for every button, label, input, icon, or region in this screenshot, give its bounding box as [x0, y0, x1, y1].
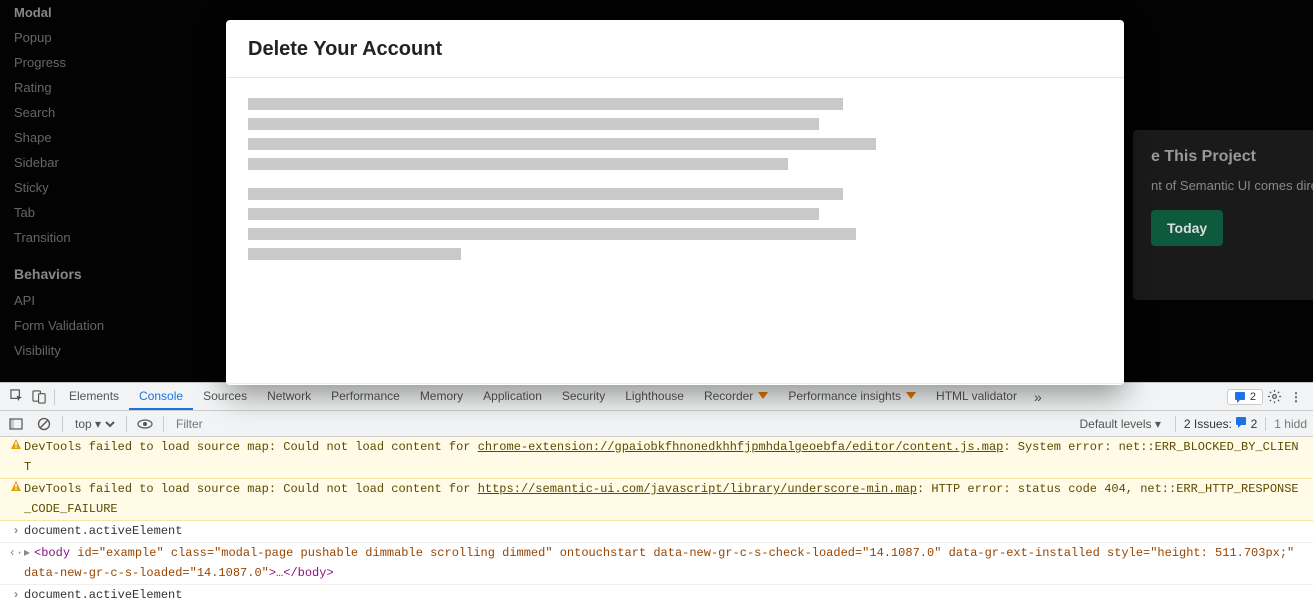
doc-sidebar: Modal Popup Progress Rating Search Shape…	[0, 0, 205, 382]
modal-footer-edge	[226, 383, 1124, 385]
tab-performance[interactable]: Performance	[321, 383, 410, 410]
console-filter-input[interactable]	[172, 415, 472, 433]
placeholder-line	[248, 158, 788, 170]
console-result-row: ‹· ▸<body id="example" class="modal-page…	[0, 543, 1313, 585]
console-result[interactable]: ▸<body id="example" class="modal-page pu…	[24, 543, 1305, 583]
page-viewport: Modal Popup Progress Rating Search Shape…	[0, 0, 1313, 382]
placeholder-line	[248, 98, 843, 110]
chat-icon	[1234, 391, 1246, 403]
sidebar-section-behaviors: Behaviors	[14, 250, 191, 288]
tab-security[interactable]: Security	[552, 383, 615, 410]
console-input-row: › document.activeElement	[0, 521, 1313, 543]
placeholder-line	[248, 248, 461, 260]
delete-account-modal: Delete Your Account	[226, 20, 1124, 385]
toolbar-divider	[62, 416, 63, 432]
promo-card: e This Project nt of Semantic UI comes d…	[1133, 130, 1313, 300]
tab-performance-insights[interactable]: Performance insights	[778, 383, 926, 410]
console-command: document.activeElement	[24, 521, 1305, 541]
sidebar-item-modal[interactable]: Modal	[14, 0, 191, 25]
sidebar-item-tab[interactable]: Tab	[14, 200, 191, 225]
tab-html-validator[interactable]: HTML validator	[926, 383, 1027, 410]
hidden-messages-label[interactable]: 1 hidd	[1265, 417, 1307, 431]
warning-message: DevTools failed to load source map: Coul…	[24, 437, 1305, 477]
preview-badge-icon	[758, 391, 768, 401]
issues-pill-count: 2	[1251, 417, 1258, 431]
tab-recorder[interactable]: Recorder	[694, 383, 778, 410]
more-tabs-icon[interactable]: »	[1027, 386, 1049, 408]
sidebar-item-progress[interactable]: Progress	[14, 50, 191, 75]
modal-body	[226, 78, 1124, 383]
issues-count: 2	[1250, 391, 1256, 403]
issues-label: 2 Issues:	[1184, 417, 1232, 431]
tab-console[interactable]: Console	[129, 383, 193, 410]
chat-icon	[1235, 416, 1247, 428]
warning-message: DevTools failed to load source map: Coul…	[24, 479, 1305, 519]
console-warning-row: DevTools failed to load source map: Coul…	[0, 479, 1313, 521]
log-levels-selector[interactable]: Default levels ▾	[1079, 417, 1166, 431]
console-toolbar: top ▾ Default levels ▾ 2 Issues: 2 1 hid…	[0, 411, 1313, 437]
promo-title: e This Project	[1151, 148, 1313, 166]
devtools-settings-icon[interactable]	[1263, 386, 1285, 408]
console-log-area[interactable]: DevTools failed to load source map: Coul…	[0, 437, 1313, 605]
toggle-console-sidebar-icon[interactable]	[6, 414, 26, 434]
sidebar-item-transition[interactable]: Transition	[14, 225, 191, 250]
sidebar-item-visibility[interactable]: Visibility	[14, 338, 191, 363]
sidebar-item-sticky[interactable]: Sticky	[14, 175, 191, 200]
sidebar-item-popup[interactable]: Popup	[14, 25, 191, 50]
warning-icon	[8, 479, 24, 499]
source-map-link[interactable]: chrome-extension://gpaiobkfhnonedkhhfjpm…	[478, 440, 1004, 454]
live-expression-icon[interactable]	[135, 414, 155, 434]
toolbar-divider	[126, 416, 127, 432]
sidebar-item-api[interactable]: API	[14, 288, 191, 313]
source-map-link[interactable]: https://semantic-ui.com/javascript/libra…	[478, 482, 917, 496]
warning-icon	[8, 437, 24, 457]
console-issues-counter[interactable]: 2	[1227, 389, 1263, 405]
placeholder-line	[248, 228, 856, 240]
execution-context-selector[interactable]: top ▾	[71, 416, 118, 432]
console-command: document.activeElement	[24, 585, 1305, 605]
result-icon: ‹·	[8, 543, 24, 563]
preview-badge-icon	[906, 391, 916, 401]
issues-pill[interactable]: 2 Issues: 2	[1184, 416, 1257, 431]
devtools-panel: Elements Console Sources Network Perform…	[0, 382, 1313, 605]
sidebar-item-search[interactable]: Search	[14, 100, 191, 125]
tab-elements[interactable]: Elements	[59, 383, 129, 410]
toolbar-divider	[163, 416, 164, 432]
promo-body: nt of Semantic UI comes direc munity.	[1151, 176, 1313, 196]
sidebar-item-form-validation[interactable]: Form Validation	[14, 313, 191, 338]
placeholder-line	[248, 208, 819, 220]
prompt-icon: ›	[8, 521, 24, 541]
placeholder-line	[248, 188, 843, 200]
tab-lighthouse[interactable]: Lighthouse	[615, 383, 694, 410]
modal-header: Delete Your Account	[226, 20, 1124, 78]
console-input-row: › document.activeElement	[0, 585, 1313, 605]
sidebar-item-rating[interactable]: Rating	[14, 75, 191, 100]
toggle-device-toolbar-icon[interactable]	[28, 386, 50, 408]
clear-console-icon[interactable]	[34, 414, 54, 434]
tab-memory[interactable]: Memory	[410, 383, 473, 410]
expand-icon[interactable]: ▸	[24, 546, 34, 560]
toolbar-divider	[1175, 416, 1176, 432]
tab-divider	[54, 389, 55, 405]
inspect-element-icon[interactable]	[6, 386, 28, 408]
promo-cta-button[interactable]: Today	[1151, 210, 1223, 246]
sidebar-item-shape[interactable]: Shape	[14, 125, 191, 150]
devtools-tab-strip: Elements Console Sources Network Perform…	[0, 383, 1313, 411]
tab-network[interactable]: Network	[257, 383, 321, 410]
console-warning-row: DevTools failed to load source map: Coul…	[0, 437, 1313, 479]
devtools-more-icon[interactable]: ⋮	[1285, 386, 1307, 408]
prompt-icon: ›	[8, 585, 24, 605]
placeholder-line	[248, 138, 876, 150]
modal-title: Delete Your Account	[248, 38, 1102, 61]
placeholder-line	[248, 118, 819, 130]
sidebar-item-sidebar[interactable]: Sidebar	[14, 150, 191, 175]
tab-sources[interactable]: Sources	[193, 383, 257, 410]
tab-application[interactable]: Application	[473, 383, 552, 410]
